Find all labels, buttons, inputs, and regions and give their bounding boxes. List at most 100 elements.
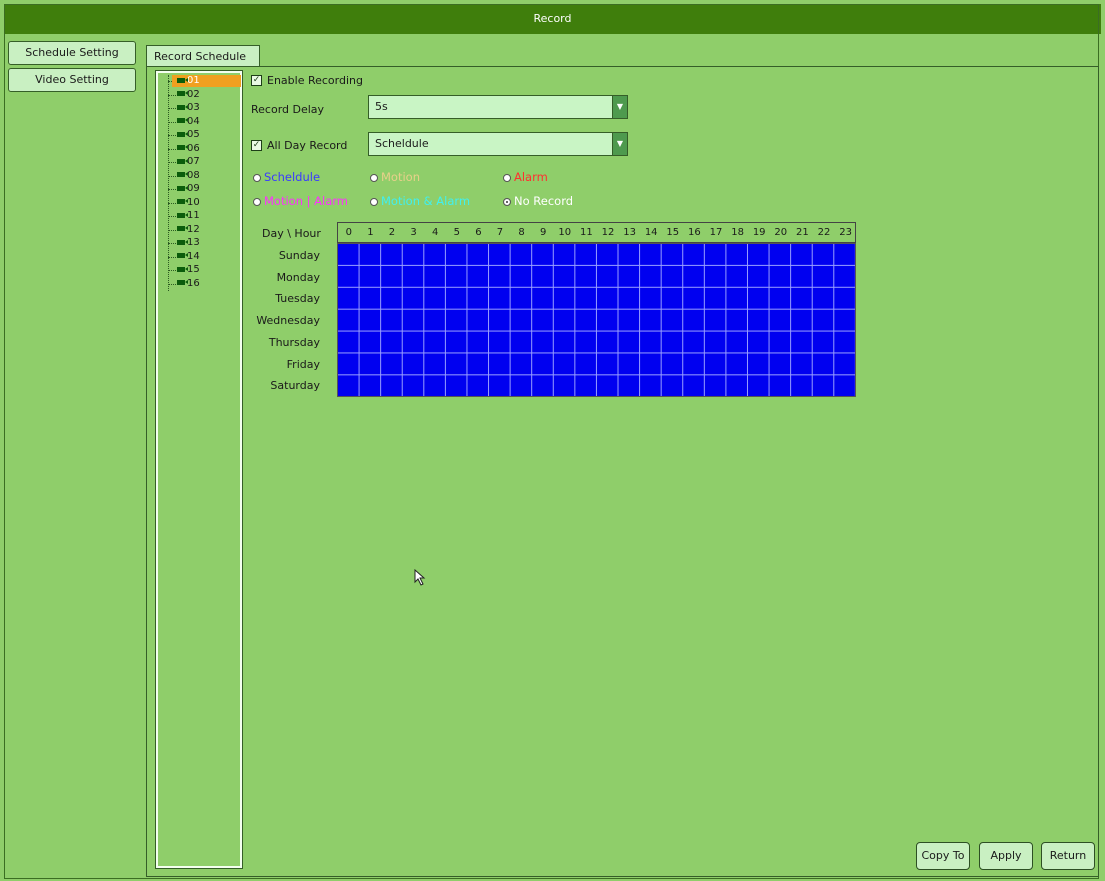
- radio-dot-icon: [253, 174, 261, 182]
- channel-label: 06: [187, 142, 200, 154]
- camera-icon: [177, 118, 188, 123]
- channel-label: 11: [187, 210, 200, 221]
- enable-recording-label: Enable Recording: [267, 74, 363, 87]
- sidebar-item-schedule-setting[interactable]: Schedule Setting: [8, 41, 136, 65]
- channel-item-11[interactable]: 11: [177, 210, 200, 222]
- radio-no-record[interactable]: No Record: [503, 194, 573, 208]
- channel-label: 04: [187, 115, 200, 127]
- mouse-pointer-icon: [414, 569, 426, 586]
- channel-tree-branch: [168, 202, 176, 204]
- channel-item-12[interactable]: 12: [177, 224, 200, 236]
- camera-icon: [177, 145, 188, 150]
- channel-item-13[interactable]: 13: [177, 237, 200, 249]
- channel-label: 14: [187, 250, 200, 262]
- camera-icon: [177, 158, 188, 164]
- channel-item-10[interactable]: 10: [177, 197, 200, 209]
- channel-item-05[interactable]: 05: [177, 129, 200, 141]
- channel-tree-branch: [168, 121, 176, 123]
- radio-schedule[interactable]: Scheldule: [253, 170, 320, 184]
- day-label: Sunday: [278, 249, 320, 262]
- channel-item-03[interactable]: 03: [177, 102, 200, 114]
- channel-label: 09: [187, 183, 200, 194]
- channel-label: 12: [187, 223, 200, 235]
- channel-item-01[interactable]: 01: [172, 75, 241, 87]
- record-delay-label: Record Delay: [251, 103, 325, 116]
- record-delay-select[interactable]: 5s ▼: [368, 95, 628, 119]
- schedule-corner-label: Day \ Hour: [262, 227, 321, 240]
- radio-motion[interactable]: Motion: [370, 170, 420, 184]
- camera-icon: [177, 253, 188, 258]
- copy-to-button[interactable]: Copy To: [916, 842, 970, 870]
- hour-label: 4: [432, 227, 439, 238]
- channel-label: 05: [187, 129, 200, 140]
- channel-item-04[interactable]: 04: [177, 116, 200, 128]
- all-day-record-select[interactable]: Scheldule ▼: [368, 132, 628, 156]
- day-label: Wednesday: [256, 314, 320, 328]
- radio-motion-and-alarm[interactable]: Motion & Alarm: [370, 194, 470, 208]
- radio-alarm-label: Alarm: [514, 170, 548, 184]
- radio-motion-and-alarm-label: Motion & Alarm: [381, 194, 471, 208]
- channel-item-14[interactable]: 14: [177, 251, 200, 263]
- radio-motion-or-alarm-label: Motion | Alarm: [264, 194, 349, 208]
- radio-dot-icon: [503, 174, 511, 182]
- tab-record-schedule[interactable]: Record Schedule: [146, 45, 260, 67]
- channel-item-08[interactable]: 08: [177, 170, 200, 182]
- hour-label: 23: [839, 227, 852, 238]
- hour-label: 8: [518, 227, 525, 238]
- radio-schedule-label: Scheldule: [264, 170, 321, 184]
- hour-label: 6: [475, 227, 482, 238]
- chevron-down-icon[interactable]: ▼: [612, 96, 627, 118]
- channel-label: 03: [187, 102, 200, 113]
- radio-motion-or-alarm[interactable]: Motion | Alarm: [253, 194, 348, 208]
- camera-icon: [177, 280, 188, 285]
- camera-icon: [177, 172, 188, 177]
- hour-label: 1: [367, 227, 374, 238]
- day-label: Friday: [286, 357, 320, 371]
- return-button[interactable]: Return: [1041, 842, 1095, 870]
- channel-tree-branch: [168, 148, 176, 150]
- hour-label: 16: [688, 227, 701, 238]
- camera-icon: [177, 266, 188, 272]
- channel-item-02[interactable]: 02: [177, 89, 200, 101]
- day-label: Saturday: [270, 379, 320, 393]
- camera-icon: [177, 212, 188, 218]
- day-label: Thursday: [268, 335, 320, 349]
- hour-label: 22: [817, 227, 831, 238]
- hour-label: 7: [496, 227, 504, 238]
- record-schedule-panel: [146, 66, 1099, 877]
- hour-label: 9: [540, 227, 547, 238]
- channel-tree-branch: [168, 229, 176, 231]
- radio-alarm[interactable]: Alarm: [503, 170, 548, 184]
- channel-label: 16: [187, 277, 200, 289]
- channel-item-15[interactable]: 15: [177, 264, 200, 276]
- channel-tree-branch: [168, 243, 176, 244]
- hour-label: 15: [666, 227, 680, 238]
- hour-label: 13: [623, 227, 636, 238]
- hour-label: 10: [558, 227, 572, 238]
- channel-item-09[interactable]: 09: [177, 183, 200, 195]
- enable-recording-checkbox[interactable]: ✓: [251, 75, 262, 86]
- channel-tree-branch: [168, 256, 176, 258]
- camera-icon: [177, 226, 188, 231]
- hour-label: 0: [345, 227, 352, 238]
- channel-tree-branch: [168, 283, 176, 285]
- hour-label: 5: [453, 227, 460, 238]
- channel-tree-branch: [168, 216, 176, 217]
- radio-dot-icon: [370, 198, 378, 206]
- hour-label: 3: [410, 227, 417, 238]
- channel-item-07[interactable]: 07: [177, 156, 200, 168]
- channel-tree-branch: [168, 94, 176, 96]
- channel-tree-branch: [168, 108, 176, 109]
- channel-item-06[interactable]: 06: [177, 143, 200, 155]
- channel-label: 01: [187, 75, 200, 86]
- channel-item-16[interactable]: 16: [177, 278, 200, 290]
- hour-label: 14: [644, 227, 658, 238]
- apply-button[interactable]: Apply: [979, 842, 1033, 870]
- chevron-down-icon[interactable]: ▼: [612, 133, 627, 155]
- sidebar-item-video-setting[interactable]: Video Setting: [8, 68, 136, 92]
- all-day-record-checkbox[interactable]: ✓: [251, 140, 262, 151]
- hour-label: 18: [731, 227, 744, 238]
- schedule-grid[interactable]: [337, 243, 856, 397]
- channel-label: 13: [187, 237, 200, 248]
- hour-label: 2: [388, 227, 396, 238]
